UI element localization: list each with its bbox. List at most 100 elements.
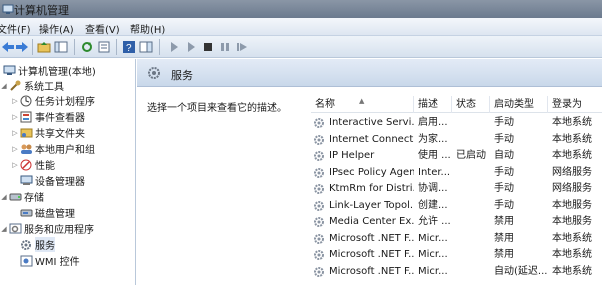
cell-logon: 本地系统: [552, 150, 592, 161]
tree-item-label: 本地用户和组: [35, 145, 95, 156]
cell-desc: Inter...: [418, 166, 451, 178]
table-row[interactable]: Microsoft .NET F... Micr... 自动(延迟... 本地系统: [311, 264, 602, 280]
menu-action[interactable]: 操作(A): [39, 21, 74, 36]
expand-arrow-icon[interactable]: ▷: [11, 129, 19, 137]
tree-item-services-apps[interactable]: ◢ 服务和应用程序: [0, 221, 94, 236]
cell-name: Interactive Servi...: [329, 117, 414, 128]
computer-icon: [2, 65, 16, 77]
tree-item-system-tools[interactable]: ◢ 系统工具: [0, 78, 64, 93]
tree-item-device-manager[interactable]: 设备管理器: [19, 173, 85, 188]
start-service-icon[interactable]: [166, 39, 182, 55]
wmi-control-icon: [19, 255, 33, 267]
column-name[interactable]: ▲ 名称: [311, 96, 414, 113]
tree-item-performance[interactable]: ▷ 性能: [11, 157, 55, 172]
toolbar-separator: [74, 39, 75, 55]
pause-service-icon[interactable]: [217, 39, 233, 55]
refresh-icon[interactable]: [79, 39, 95, 55]
up-folder-icon[interactable]: [36, 39, 52, 55]
cell-logon: 网络服务: [552, 166, 592, 178]
column-label: 登录为: [552, 99, 582, 110]
computer-management-icon: [2, 3, 14, 15]
table-row[interactable]: IP Helper 使用 ... 已启动 自动 本地系统: [311, 148, 602, 164]
column-description[interactable]: 描述: [414, 96, 452, 113]
cell-startup: 自动(延迟...: [494, 265, 548, 277]
column-label: 名称: [315, 99, 335, 110]
tree-item-label: 任务计划程序: [35, 97, 95, 108]
service-gear-icon: [313, 233, 326, 245]
table-row[interactable]: KtmRm for Distri... 协调... 手动 网络服务: [311, 181, 602, 197]
tree-item-local-users[interactable]: ▷ 本地用户和组: [11, 141, 95, 156]
event-viewer-icon: [19, 111, 33, 123]
collapse-arrow-icon[interactable]: ◢: [0, 193, 8, 201]
tree-item-event-viewer[interactable]: ▷ 事件查看器: [11, 109, 85, 124]
expand-arrow-icon[interactable]: ▷: [11, 145, 19, 153]
table-row[interactable]: IPsec Policy Agent Inter... 手动 网络服务: [311, 165, 602, 181]
menu-file[interactable]: 文件(F): [0, 21, 31, 36]
cell-logon: 本地服务: [552, 216, 592, 227]
cell-desc: 协调...: [418, 183, 448, 194]
cell-name: Microsoft .NET F...: [329, 232, 414, 244]
cell-startup: 手动: [494, 117, 514, 128]
services-list: ▲ 名称 描述 状态 启动类型 登录为 Interactive Servi...…: [311, 93, 602, 285]
tree-item-shared-folders[interactable]: ▷ 共享文件夹: [11, 125, 85, 140]
column-startup-type[interactable]: 启动类型: [490, 96, 548, 113]
tree-item-label: 共享文件夹: [35, 129, 85, 140]
forward-icon[interactable]: [14, 39, 30, 55]
cell-status: 已启动: [456, 150, 486, 161]
cell-startup: 自动: [494, 150, 514, 161]
column-logon-as[interactable]: 登录为: [548, 96, 602, 113]
start-service-alt-icon[interactable]: [183, 39, 199, 55]
shared-folder-icon: [19, 127, 33, 139]
table-row[interactable]: Media Center Ex... 允许 ... 禁用 本地服务: [311, 214, 602, 230]
cell-startup: 手动: [494, 183, 514, 194]
table-row[interactable]: Link-Layer Topol... 创建... 手动 本地服务: [311, 198, 602, 214]
column-headers: ▲ 名称 描述 状态 启动类型 登录为: [311, 96, 602, 113]
pane-title: 服务: [171, 69, 193, 82]
cell-desc: 使用 ...: [418, 150, 451, 161]
expand-arrow-icon[interactable]: ▷: [11, 161, 19, 169]
table-row[interactable]: Microsoft .NET F... Micr... 禁用 本地系统: [311, 231, 602, 247]
tree-item-task-scheduler[interactable]: ▷ 任务计划程序: [11, 93, 95, 108]
restart-service-icon[interactable]: [234, 39, 250, 55]
table-row[interactable]: Interactive Servi... 启用... 手动 本地系统: [311, 115, 602, 131]
show-hide-tree-icon[interactable]: [53, 39, 69, 55]
expand-arrow-icon[interactable]: ▷: [11, 97, 19, 105]
collapse-arrow-icon[interactable]: ◢: [0, 225, 8, 233]
details-pane: 服务 选择一个项目来查看它的描述。 ▲ 名称 描述 状态 启动类型 登录为 In…: [137, 59, 602, 285]
menu-bar: 文件(F) 操作(A) 查看(V) 帮助(H): [0, 18, 602, 36]
expand-arrow-icon[interactable]: ▷: [11, 113, 19, 121]
services-gear-icon: [147, 66, 161, 80]
users-icon: [19, 143, 33, 155]
column-label: 启动类型: [494, 99, 534, 110]
tree-item-label: 服务: [35, 237, 55, 252]
menu-view[interactable]: 查看(V): [85, 21, 120, 36]
stop-service-icon[interactable]: [200, 39, 216, 55]
table-row[interactable]: Microsoft .NET F... Micr... 禁用 本地系统: [311, 247, 602, 263]
help-icon[interactable]: ?: [121, 39, 137, 55]
table-row[interactable]: Internet Connect... 为家... 手动 本地系统: [311, 132, 602, 148]
tree-item-storage[interactable]: ◢ 存储: [0, 189, 44, 205]
column-status[interactable]: 状态: [452, 96, 490, 113]
service-gear-icon: [313, 134, 326, 146]
service-description: 选择一个项目来查看它的描述。: [147, 103, 287, 114]
cell-desc: 为家...: [418, 133, 448, 145]
service-gear-icon: [313, 200, 326, 212]
show-action-pane-icon[interactable]: [138, 39, 154, 55]
tree-item-services[interactable]: 服务: [19, 237, 55, 252]
navigation-tree: 计算机管理(本地) ◢ 系统工具 ▷ 任务计划程序 ▷ 事件查看器 ▷ 共享文件…: [0, 59, 136, 285]
clock-icon: [19, 95, 33, 107]
cell-status: [456, 231, 490, 247]
cell-name: Internet Connect...: [329, 133, 414, 145]
menu-help[interactable]: 帮助(H): [130, 21, 165, 36]
tree-item-root[interactable]: 计算机管理(本地): [2, 63, 96, 78]
pane-header: 服务: [137, 59, 602, 87]
cell-name: KtmRm for Distri...: [329, 183, 414, 194]
tree-item-disk-management[interactable]: 磁盘管理: [19, 205, 75, 220]
cell-logon: 本地系统: [552, 133, 592, 145]
cell-name: IPsec Policy Agent: [329, 166, 414, 178]
cell-startup: 禁用: [494, 232, 514, 244]
cell-status: [456, 115, 490, 131]
collapse-arrow-icon[interactable]: ◢: [0, 82, 8, 90]
export-list-icon[interactable]: [96, 39, 112, 55]
tree-item-wmi[interactable]: WMI 控件: [19, 253, 80, 268]
